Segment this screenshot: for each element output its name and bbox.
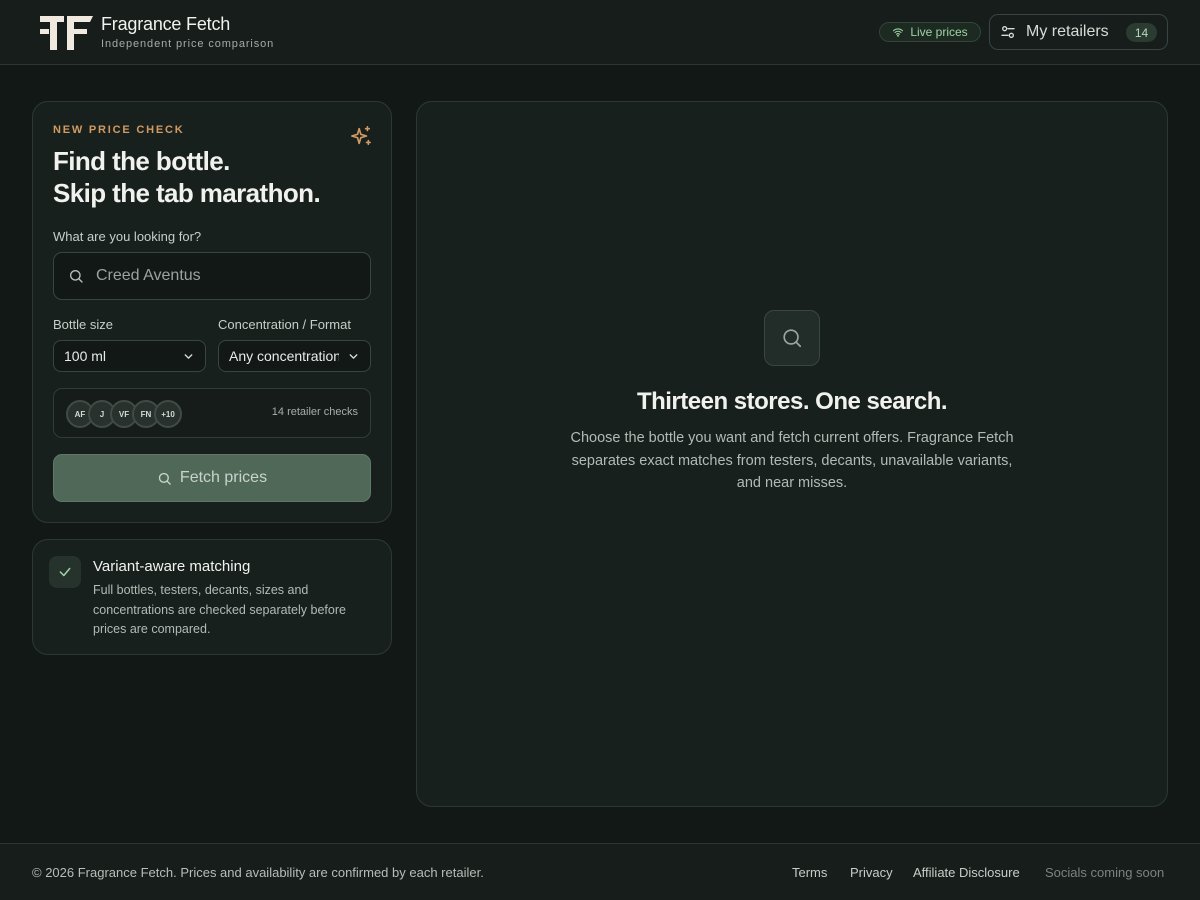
socials-note: Socials coming soon <box>1045 865 1165 880</box>
my-retailers-button[interactable]: My retailers 14 <box>989 14 1168 50</box>
headline: Find the bottle. Skip the tab marathon. <box>53 145 321 209</box>
brand-name: Fragrance Fetch <box>101 14 231 34</box>
headline-line-2: Skip the tab marathon. <box>53 178 321 208</box>
live-prices-badge: Live prices <box>879 22 981 42</box>
headline-line-1: Find the bottle. <box>53 146 230 176</box>
retailer-chip-more: +10 <box>154 400 182 428</box>
variant-matching-card: Variant-aware matching Full bottles, tes… <box>32 539 392 655</box>
retailers-count-badge: 14 <box>1126 23 1157 42</box>
search-input[interactable] <box>96 267 336 285</box>
search-icon <box>70 270 83 283</box>
variant-matching-description: Full bottles, testers, decants, sizes an… <box>93 583 346 636</box>
fetch-prices-label: Fetch prices <box>179 469 268 486</box>
check-icon <box>59 567 71 577</box>
bottle-size-label: Bottle size <box>53 317 113 332</box>
empty-state-description: Choose the bottle you want and fetch cur… <box>570 430 1014 491</box>
empty-state-title: Thirteen stores. One search. <box>636 388 948 415</box>
query-label: What are you looking for? <box>53 229 202 244</box>
privacy-link[interactable]: Privacy <box>850 865 893 880</box>
bottle-size-select[interactable]: 100 ml <box>53 340 206 372</box>
search-icon <box>158 472 171 485</box>
top-header: Fragrance Fetch Independent price compar… <box>0 0 1200 65</box>
search-icon <box>783 329 802 348</box>
search-field[interactable] <box>53 252 371 300</box>
eyebrow-label: NEW PRICE CHECK <box>53 124 185 136</box>
check-badge <box>49 556 81 588</box>
price-check-card: NEW PRICE CHECK Find the bottle. Skip th… <box>32 101 392 523</box>
retailer-checks-count: 14 retailer checks <box>271 406 358 418</box>
wifi-icon <box>893 28 904 37</box>
terms-link[interactable]: Terms <box>792 865 827 880</box>
fragrance-fetch-logo-icon[interactable] <box>40 16 93 50</box>
chevron-down-icon <box>182 350 195 363</box>
chevron-down-icon <box>347 350 360 363</box>
fetch-prices-button[interactable]: Fetch prices <box>53 454 371 502</box>
my-retailers-label: My retailers <box>1026 23 1109 40</box>
empty-state-badge <box>764 310 820 366</box>
site-footer: © 2026 Fragrance Fetch. Prices and avail… <box>0 843 1200 900</box>
sliders-icon <box>1001 25 1015 38</box>
brand-tagline: Independent price comparison <box>101 38 275 50</box>
results-panel: Thirteen stores. One search. Choose the … <box>416 101 1168 807</box>
live-prices-label: Live prices <box>910 25 968 39</box>
variant-matching-title: Variant-aware matching <box>93 558 251 575</box>
concentration-label: Concentration / Format <box>218 317 351 332</box>
concentration-select[interactable]: Any concentration <box>218 340 371 372</box>
retailer-checks-row[interactable]: AF J VF FN +10 14 retailer checks <box>53 388 371 438</box>
sparkle-icon <box>351 126 371 146</box>
copyright-text: © 2026 Fragrance Fetch. Prices and avail… <box>32 865 484 880</box>
bottle-size-value: 100 ml <box>64 348 107 364</box>
concentration-value: Any concentration <box>229 348 339 364</box>
affiliate-disclosure-link[interactable]: Affiliate Disclosure <box>913 865 1020 880</box>
